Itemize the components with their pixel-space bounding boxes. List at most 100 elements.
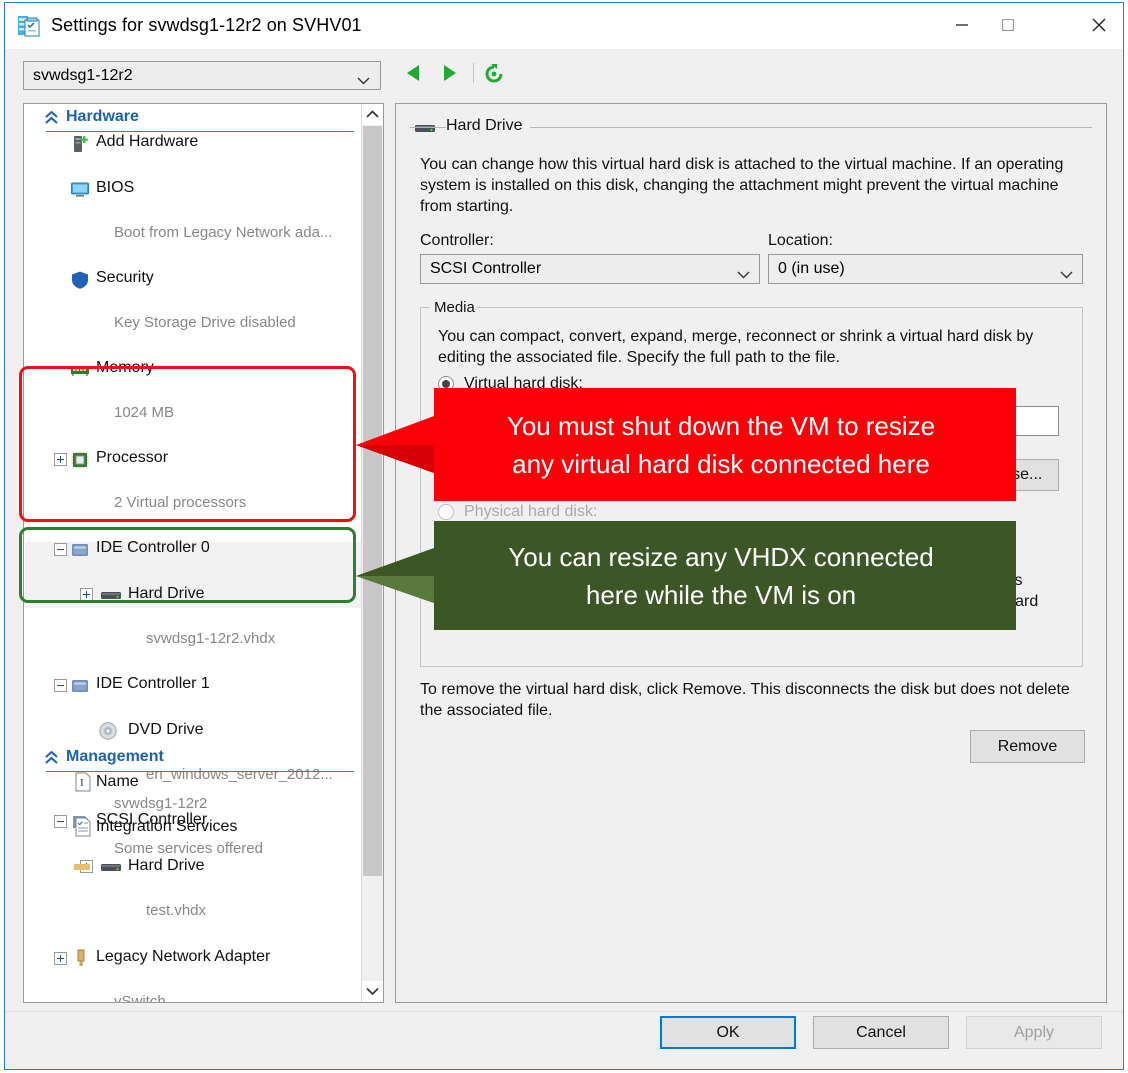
tree-item-integration-services-sub: Some services offered <box>24 840 362 862</box>
refresh-icon[interactable] <box>483 63 505 90</box>
hard-drive-icon <box>414 121 436 140</box>
back-arrow-icon[interactable] <box>403 63 423 88</box>
settings-window: Settings for svwdsg1-12r2 on SVHV01 svwd… <box>4 2 1124 1070</box>
scroll-up-icon[interactable] <box>362 104 383 125</box>
tree-item-processor-sub: 2 Virtual processors <box>24 494 362 516</box>
legacy-network-adapter-icon <box>74 948 88 973</box>
controller-label: Controller: <box>420 232 494 249</box>
tree-item-security[interactable]: Security <box>24 268 362 291</box>
tree-item-sublabel: 2 Virtual processors <box>114 494 247 511</box>
title-bar: Settings for svwdsg1-12r2 on SVHV01 <box>5 3 1123 49</box>
red-callout-line-1: You must shut down the VM to resize <box>506 410 936 441</box>
add-hardware-icon <box>70 134 90 159</box>
tree-section-hardware[interactable]: Hardware <box>24 106 362 132</box>
scroll-down-icon[interactable] <box>362 981 383 1002</box>
tree-item-ide-controller-1[interactable]: IDE Controller 1 <box>24 674 362 697</box>
remove-note: To remove the virtual hard disk, click R… <box>420 681 1070 719</box>
close-icon[interactable] <box>1076 3 1122 47</box>
tree-item-processor[interactable]: Processor <box>24 448 362 471</box>
minimize-icon[interactable] <box>939 3 985 47</box>
tree-item-add-hardware[interactable]: Add Hardware <box>24 132 362 155</box>
tree-item-label: Add Hardware <box>96 133 199 150</box>
tree-item-label: Processor <box>96 449 169 466</box>
controller-value: SCSI Controller <box>430 260 542 277</box>
dvd-drive-icon <box>98 721 118 746</box>
memory-icon <box>70 360 90 385</box>
tree-section-management[interactable]: Management <box>24 746 362 772</box>
tree-item-ide-controller-0[interactable]: IDE Controller 0 <box>24 538 362 561</box>
apply-button: Apply <box>966 1016 1102 1049</box>
media-description: You can compact, convert, expand, merge,… <box>438 328 1034 366</box>
tree-item-security-sub: Key Storage Drive disabled <box>24 314 362 336</box>
physical-hard-disk-label: Physical hard disk: <box>464 503 598 520</box>
section-header: Hard Drive <box>410 116 1092 138</box>
green-callout: You can resize any VHDX connected here w… <box>356 521 1016 630</box>
expander-plus-icon[interactable] <box>54 952 67 965</box>
vm-selector-value: svwdsg1-12r2 <box>33 67 133 84</box>
green-callout-text: You can resize any VHDX connected here w… <box>356 538 1016 614</box>
maximize-icon[interactable] <box>985 3 1031 47</box>
green-callout-line-1: You can resize any VHDX connected <box>508 541 934 572</box>
tree-item-bios[interactable]: BIOS <box>24 178 362 201</box>
location-select[interactable]: 0 (in use) <box>768 254 1083 284</box>
processor-icon <box>70 450 90 475</box>
tree-item-label: BIOS <box>96 179 135 196</box>
expander-minus-icon[interactable] <box>54 679 67 692</box>
name-icon: I <box>74 772 92 797</box>
tree-item-sublabel: Boot from Legacy Network ada... <box>114 224 333 241</box>
green-callout-line-2: here while the VM is on <box>585 579 857 610</box>
tree-item-bios-sub: Boot from Legacy Network ada... <box>24 224 362 246</box>
integration-services-icon <box>74 817 92 842</box>
tree-item-name[interactable]: I Name <box>24 772 362 795</box>
bios-icon <box>70 180 90 205</box>
tree-item-sublabel: 1024 MB <box>114 404 175 421</box>
tree-item-label: Legacy Network Adapter <box>96 948 271 965</box>
tree-item-label: IDE Controller 1 <box>96 675 210 692</box>
settings-vm-icon <box>16 13 42 39</box>
tree-item-hard-drive-scsi-sub: test.vhdx <box>24 902 362 924</box>
cancel-button[interactable]: Cancel <box>813 1016 949 1049</box>
tree-item-integration-services[interactable]: Integration Services <box>24 817 362 840</box>
remove-button[interactable]: Remove <box>970 730 1085 763</box>
hard-drive-icon <box>100 588 122 607</box>
location-value: 0 (in use) <box>778 260 845 277</box>
physical-hard-disk-radio[interactable] <box>438 504 454 520</box>
tree-item-memory[interactable]: Memory <box>24 358 362 381</box>
tree-item-partial-icon <box>74 864 90 870</box>
hardware-tree-pane: Hardware Add Hardware BIOS Boot from Leg… <box>23 103 384 1003</box>
tree-item-sublabel: test.vhdx <box>146 902 207 919</box>
tree-item-label: Integration Services <box>96 818 238 835</box>
window-title: Settings for svwdsg1-12r2 on SVHV01 <box>51 15 362 35</box>
hard-drive-description: You can change how this virtual hard dis… <box>420 156 1064 215</box>
security-shield-icon <box>70 270 90 295</box>
hard-drive-icon <box>100 860 122 879</box>
expander-minus-icon[interactable] <box>54 543 67 556</box>
section-title: Hard Drive <box>446 117 531 135</box>
tree-item-sublabel: vSwitch <box>114 993 166 1003</box>
tree-item-label: Name <box>96 773 139 790</box>
chevron-up-icon <box>44 750 59 770</box>
tree-item-label: Hard Drive <box>128 585 205 602</box>
expander-plus-icon[interactable] <box>54 453 67 466</box>
tree-item-label: Security <box>96 269 154 286</box>
vm-selector[interactable]: svwdsg1-12r2 <box>23 61 381 90</box>
ok-button[interactable]: OK <box>660 1016 796 1049</box>
section-label: Management <box>66 748 164 765</box>
controller-select[interactable]: SCSI Controller <box>420 254 760 284</box>
location-label: Location: <box>768 232 833 249</box>
expander-plus-icon[interactable] <box>80 588 93 601</box>
tree-item-legacy-network-adapter[interactable]: Legacy Network Adapter <box>24 947 362 970</box>
tree-item-sublabel: svwdsg1-12r2.vhdx <box>146 630 276 647</box>
section-label: Hardware <box>66 108 139 125</box>
red-callout: You must shut down the VM to resize any … <box>356 388 1016 501</box>
forward-arrow-icon[interactable] <box>439 63 459 88</box>
red-callout-text: You must shut down the VM to resize any … <box>356 407 1016 483</box>
tree-item-label: IDE Controller 0 <box>96 539 210 556</box>
tree-item-hard-drive-ide[interactable]: Hard Drive <box>24 584 362 607</box>
tree-item-legacy-network-adapter-sub: vSwitch <box>24 993 362 1003</box>
tree-item-hard-drive-ide-sub: svwdsg1-12r2.vhdx <box>24 630 362 652</box>
media-group-title: Media <box>430 299 479 316</box>
chevron-down-icon <box>1060 266 1073 284</box>
tree-item-dvd-drive[interactable]: DVD Drive <box>24 720 362 743</box>
scrollbar-thumb[interactable] <box>363 126 382 876</box>
